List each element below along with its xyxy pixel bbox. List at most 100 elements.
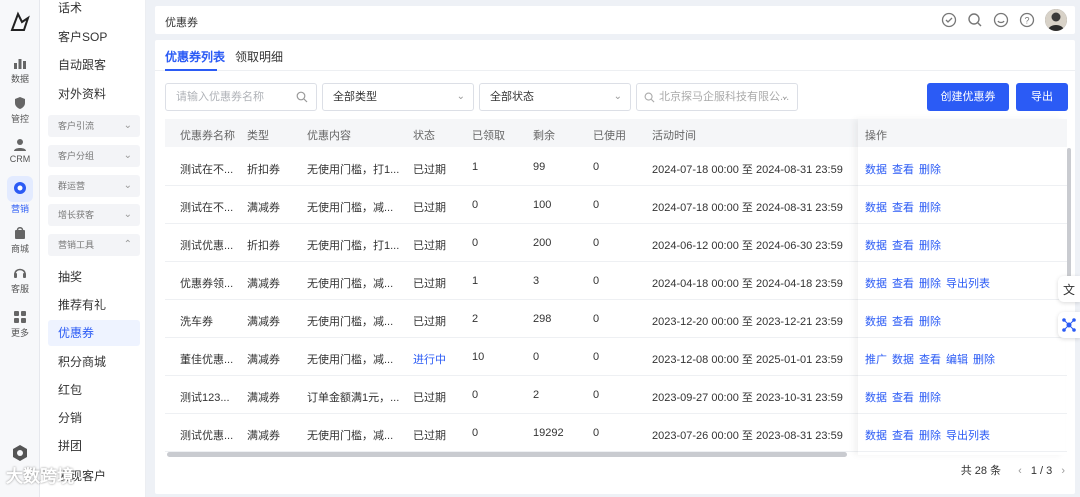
row-action-link[interactable]: 查看 [892,278,914,290]
create-coupon-button[interactable]: 创建优惠券 [927,83,1009,111]
help-icon[interactable]: ? [1019,12,1035,28]
sidebar: 话术 客户SOP 自动跟客 对外资料 客户引流 ⌄ 客户分组 ⌄ 群运营 ⌄ 增长获客… [40,0,146,497]
avatar[interactable] [1045,9,1067,31]
horizontal-scrollbar[interactable] [167,452,847,457]
rail-item-marketing[interactable]: 营销 [0,176,40,215]
col-used: 已使用 [593,130,626,142]
app-logo-icon[interactable] [8,10,32,34]
sidebar-group-customer-acquisition[interactable]: 客户引流 ⌄ [48,115,140,137]
sidebar-item-customer-sop[interactable]: 客户SOP [48,24,140,50]
row-action-link[interactable]: 数据 [865,240,887,252]
sidebar-item-external-materials[interactable]: 对外资料 [48,81,140,107]
export-button[interactable]: 导出 [1016,83,1068,111]
cell-time: 2024-07-18 00:00 至 2024-08-31 23:59 [652,164,843,176]
operations-row: 数据 查看 删除 [858,224,1065,262]
search-icon[interactable] [967,12,983,28]
row-action-link[interactable]: 删除 [919,240,941,252]
rail-item-support[interactable]: 客服 [0,266,40,295]
cell-type: 折扣券 [247,240,280,252]
row-action-link[interactable]: 查看 [919,354,941,366]
sidebar-group-customer-grouping[interactable]: 客户分组 ⌄ [48,145,140,167]
row-action-link[interactable]: 数据 [865,430,887,442]
row-action-link[interactable]: 导出列表 [946,278,990,290]
row-action-link[interactable]: 删除 [919,278,941,290]
group-label: 群运营 [58,181,86,191]
tab-claim-details[interactable]: 领取明细 [235,48,283,65]
row-action-link[interactable]: 数据 [865,392,887,404]
sidebar-item-auto-follow[interactable]: 自动跟客 [48,52,140,78]
sidebar-item-referral[interactable]: 推荐有礼 [48,292,140,318]
cell-remaining: 99 [533,161,546,173]
search-icon [644,92,655,103]
row-action-link[interactable]: 查看 [892,392,914,404]
sidebar-group-marketing-tools[interactable]: 营销工具 ⌃ [48,234,140,256]
operations-row: 数据 查看 删除 [858,186,1065,224]
row-action-link[interactable]: 查看 [892,316,914,328]
rail-item-control[interactable]: 管控 [0,96,40,125]
cell-used: 0 [593,161,600,173]
operations-row: 数据 查看 删除 导出列表 [858,414,1065,452]
shield-icon [15,97,25,109]
row-action-link[interactable]: 导出列表 [946,430,990,442]
sidebar-group-community[interactable]: 群运营 ⌄ [48,175,140,197]
row-action-link[interactable]: 删除 [919,392,941,404]
cell-remaining: 19292 [533,427,564,439]
row-action-link[interactable]: 数据 [865,316,887,328]
network-glyph [1062,318,1076,332]
translate-icon[interactable]: 文 [1058,276,1080,302]
hexagon-settings-icon[interactable] [11,444,29,462]
row-action-link[interactable]: 查看 [892,240,914,252]
operations-row: 数据 查看 删除 [858,376,1065,414]
rail-item-data[interactable]: 数据 [0,56,40,85]
avatar-image [1045,9,1067,31]
row-action-link[interactable]: 数据 [865,278,887,290]
message-icon[interactable] [993,12,1009,28]
row-action-link[interactable]: 查看 [892,202,914,214]
sidebar-item-coupons[interactable]: 优惠券 [48,320,140,346]
sidebar-item-lottery[interactable]: 抽奖 [48,264,140,290]
rail-item-crm[interactable]: CRM [0,138,40,164]
row-action-link[interactable]: 编辑 [946,354,968,366]
row-action-link[interactable]: 删除 [919,164,941,176]
row-action-link[interactable]: 删除 [919,316,941,328]
chart-icon [14,59,26,69]
row-action-link[interactable]: 数据 [865,164,887,176]
row-action-link[interactable]: 数据 [865,202,887,214]
col-operations: 操作 [865,130,887,142]
cell-claimed: 10 [472,351,485,363]
cell-content: 无使用门槛，减... [307,316,394,328]
row-action-link[interactable]: 删除 [919,430,941,442]
sidebar-item-scripts[interactable]: 话术 [48,0,140,21]
row-action-link[interactable]: 删除 [973,354,995,366]
type-select[interactable]: 全部类型 ⌄ [322,83,474,111]
total-count: 共 28 条 [960,465,1002,477]
row-action-link[interactable]: 查看 [892,164,914,176]
sidebar-item-group-buy[interactable]: 拼团 [48,433,140,459]
next-page-icon[interactable]: › [1061,465,1065,477]
row-action-link[interactable]: 推广 [865,354,887,366]
prev-page-icon[interactable]: ‹ [1018,465,1022,477]
company-select[interactable]: 北京探马企服科技有限公... ⌄ [636,83,798,111]
network-icon[interactable] [1058,312,1080,338]
rail-item-shop[interactable]: 商城 [0,226,40,255]
cell-name: 测试优惠... [180,430,234,442]
row-actions: 数据 查看 删除 [865,389,946,405]
chevron-down-icon: ⌄ [456,91,465,102]
row-action-link[interactable]: 数据 [892,354,914,366]
coupon-name-search-input[interactable]: 请输入优惠券名称 [165,83,317,111]
sidebar-item-red-packet[interactable]: 红包 [48,377,140,403]
cell-time: 2023-12-08 00:00 至 2025-01-01 23:59 [652,354,843,366]
sidebar-group-growth[interactable]: 增长获客 ⌄ [48,204,140,226]
sidebar-item-distribution[interactable]: 分销 [48,405,140,431]
status-select[interactable]: 全部状态 ⌄ [479,83,631,111]
row-action-link[interactable]: 删除 [919,202,941,214]
rail-item-more[interactable]: 更多 [0,310,40,339]
status-select-value: 全部状态 [490,91,534,103]
check-circle-icon[interactable] [941,12,957,28]
chevron-up-icon: ⌃ [123,239,132,250]
tab-coupon-list[interactable]: 优惠券列表 [165,48,225,65]
operations-row: 数据 查看 删除 [858,148,1065,186]
cell-status: 已过期 [413,240,446,252]
row-action-link[interactable]: 查看 [892,430,914,442]
sidebar-item-points-mall[interactable]: 积分商城 [48,349,140,375]
